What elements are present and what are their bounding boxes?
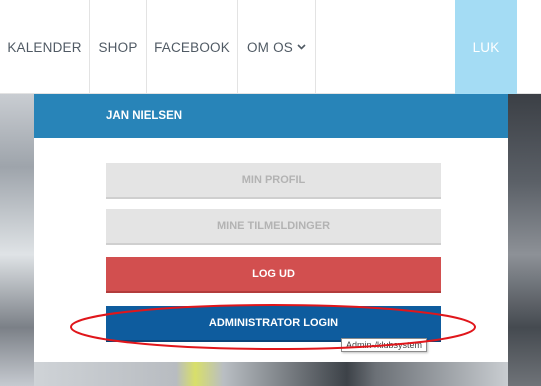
nav-item-label: KALENDER [7, 39, 82, 55]
nav-item-label: OM OS [246, 39, 293, 55]
nav-item-shop[interactable]: SHOP [90, 0, 147, 94]
nav-item-om-os[interactable]: OM OS [238, 0, 316, 94]
nav-item-facebook[interactable]: FACEBOOK [147, 0, 238, 94]
background-photo-left [0, 94, 34, 386]
administrator-login-button[interactable]: ADMINISTRATOR LOGIN [106, 306, 441, 342]
nav-item-label: FACEBOOK [154, 39, 230, 55]
user-menu-panel: JAN NIELSEN MIN PROFIL MINE TILMELDINGER… [34, 94, 508, 362]
nav-item-label: SHOP [98, 39, 138, 55]
button-label: ADMINISTRATOR LOGIN [208, 317, 339, 329]
button-label: MINE TILMELDINGER [216, 220, 331, 232]
button-label: LOG UD [252, 268, 295, 280]
my-profile-button[interactable]: MIN PROFIL [106, 163, 441, 199]
admin-tooltip: Admin-/klubsystem [341, 338, 428, 352]
background-photo-right [508, 94, 541, 386]
logout-button[interactable]: LOG UD [106, 257, 441, 293]
nav-item-kalender[interactable]: KALENDER [0, 0, 90, 94]
user-name: JAN NIELSEN [106, 110, 183, 122]
chevron-down-icon [297, 42, 306, 53]
button-label: MIN PROFIL [241, 174, 306, 186]
close-menu-label: LUK [472, 39, 500, 55]
my-registrations-button[interactable]: MINE TILMELDINGER [106, 209, 441, 245]
top-navigation: KALENDER SHOP FACEBOOK OM OS LUK [0, 0, 541, 94]
background-photo-bottom [34, 362, 508, 386]
close-menu-button[interactable]: LUK [455, 0, 517, 94]
user-menu-header: JAN NIELSEN [34, 94, 508, 138]
